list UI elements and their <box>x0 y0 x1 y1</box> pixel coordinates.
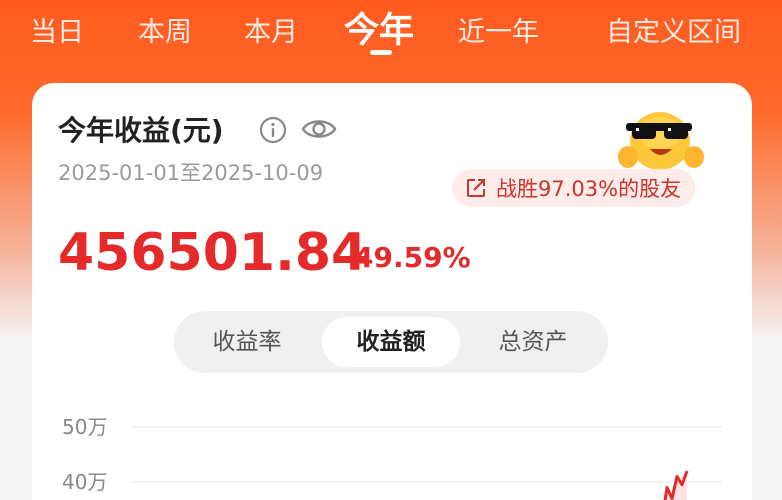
period-tabs: 当日 本周 本月 今年 近一年 自定义区间 <box>0 0 782 70</box>
earnings-title: 今年收益(元) <box>58 114 224 147</box>
mascot-sunglasses-emoji <box>618 112 704 170</box>
earnings-chart: 50万 40万 <box>62 415 722 500</box>
chart-metric-toggle: 收益率 收益额 总资产 <box>174 311 608 373</box>
tab-today[interactable]: 当日 <box>30 10 84 49</box>
y-tick-label: 40万 <box>62 470 107 494</box>
beat-percentile-badge[interactable]: 战胜97.03%的股友 <box>452 169 696 207</box>
tab-this-week[interactable]: 本周 <box>138 10 192 49</box>
earnings-card: 今年收益(元) 2025-01-01至2025-10-09 战胜97.03%的股… <box>32 83 752 500</box>
beat-percentile-text: 战胜97.03%的股友 <box>496 177 682 201</box>
date-range: 2025-01-01至2025-10-09 <box>58 161 324 185</box>
share-icon <box>467 179 485 197</box>
metric-total-assets[interactable]: 总资产 <box>468 317 598 367</box>
eye-icon[interactable] <box>300 113 338 145</box>
active-tab-indicator <box>370 50 392 55</box>
metric-return-amount[interactable]: 收益额 <box>322 317 460 367</box>
y-tick-label: 50万 <box>62 415 107 439</box>
total-earnings-amount: 456501.84 <box>58 223 368 283</box>
info-icon[interactable] <box>258 115 288 145</box>
tab-this-year[interactable]: 今年 <box>344 2 414 53</box>
tab-this-month[interactable]: 本月 <box>244 10 298 49</box>
earnings-rate: 49.59% <box>354 241 471 274</box>
metric-return-rate[interactable]: 收益率 <box>182 317 312 367</box>
tab-custom-range[interactable]: 自定义区间 <box>606 10 741 49</box>
tab-last-year[interactable]: 近一年 <box>458 10 539 49</box>
